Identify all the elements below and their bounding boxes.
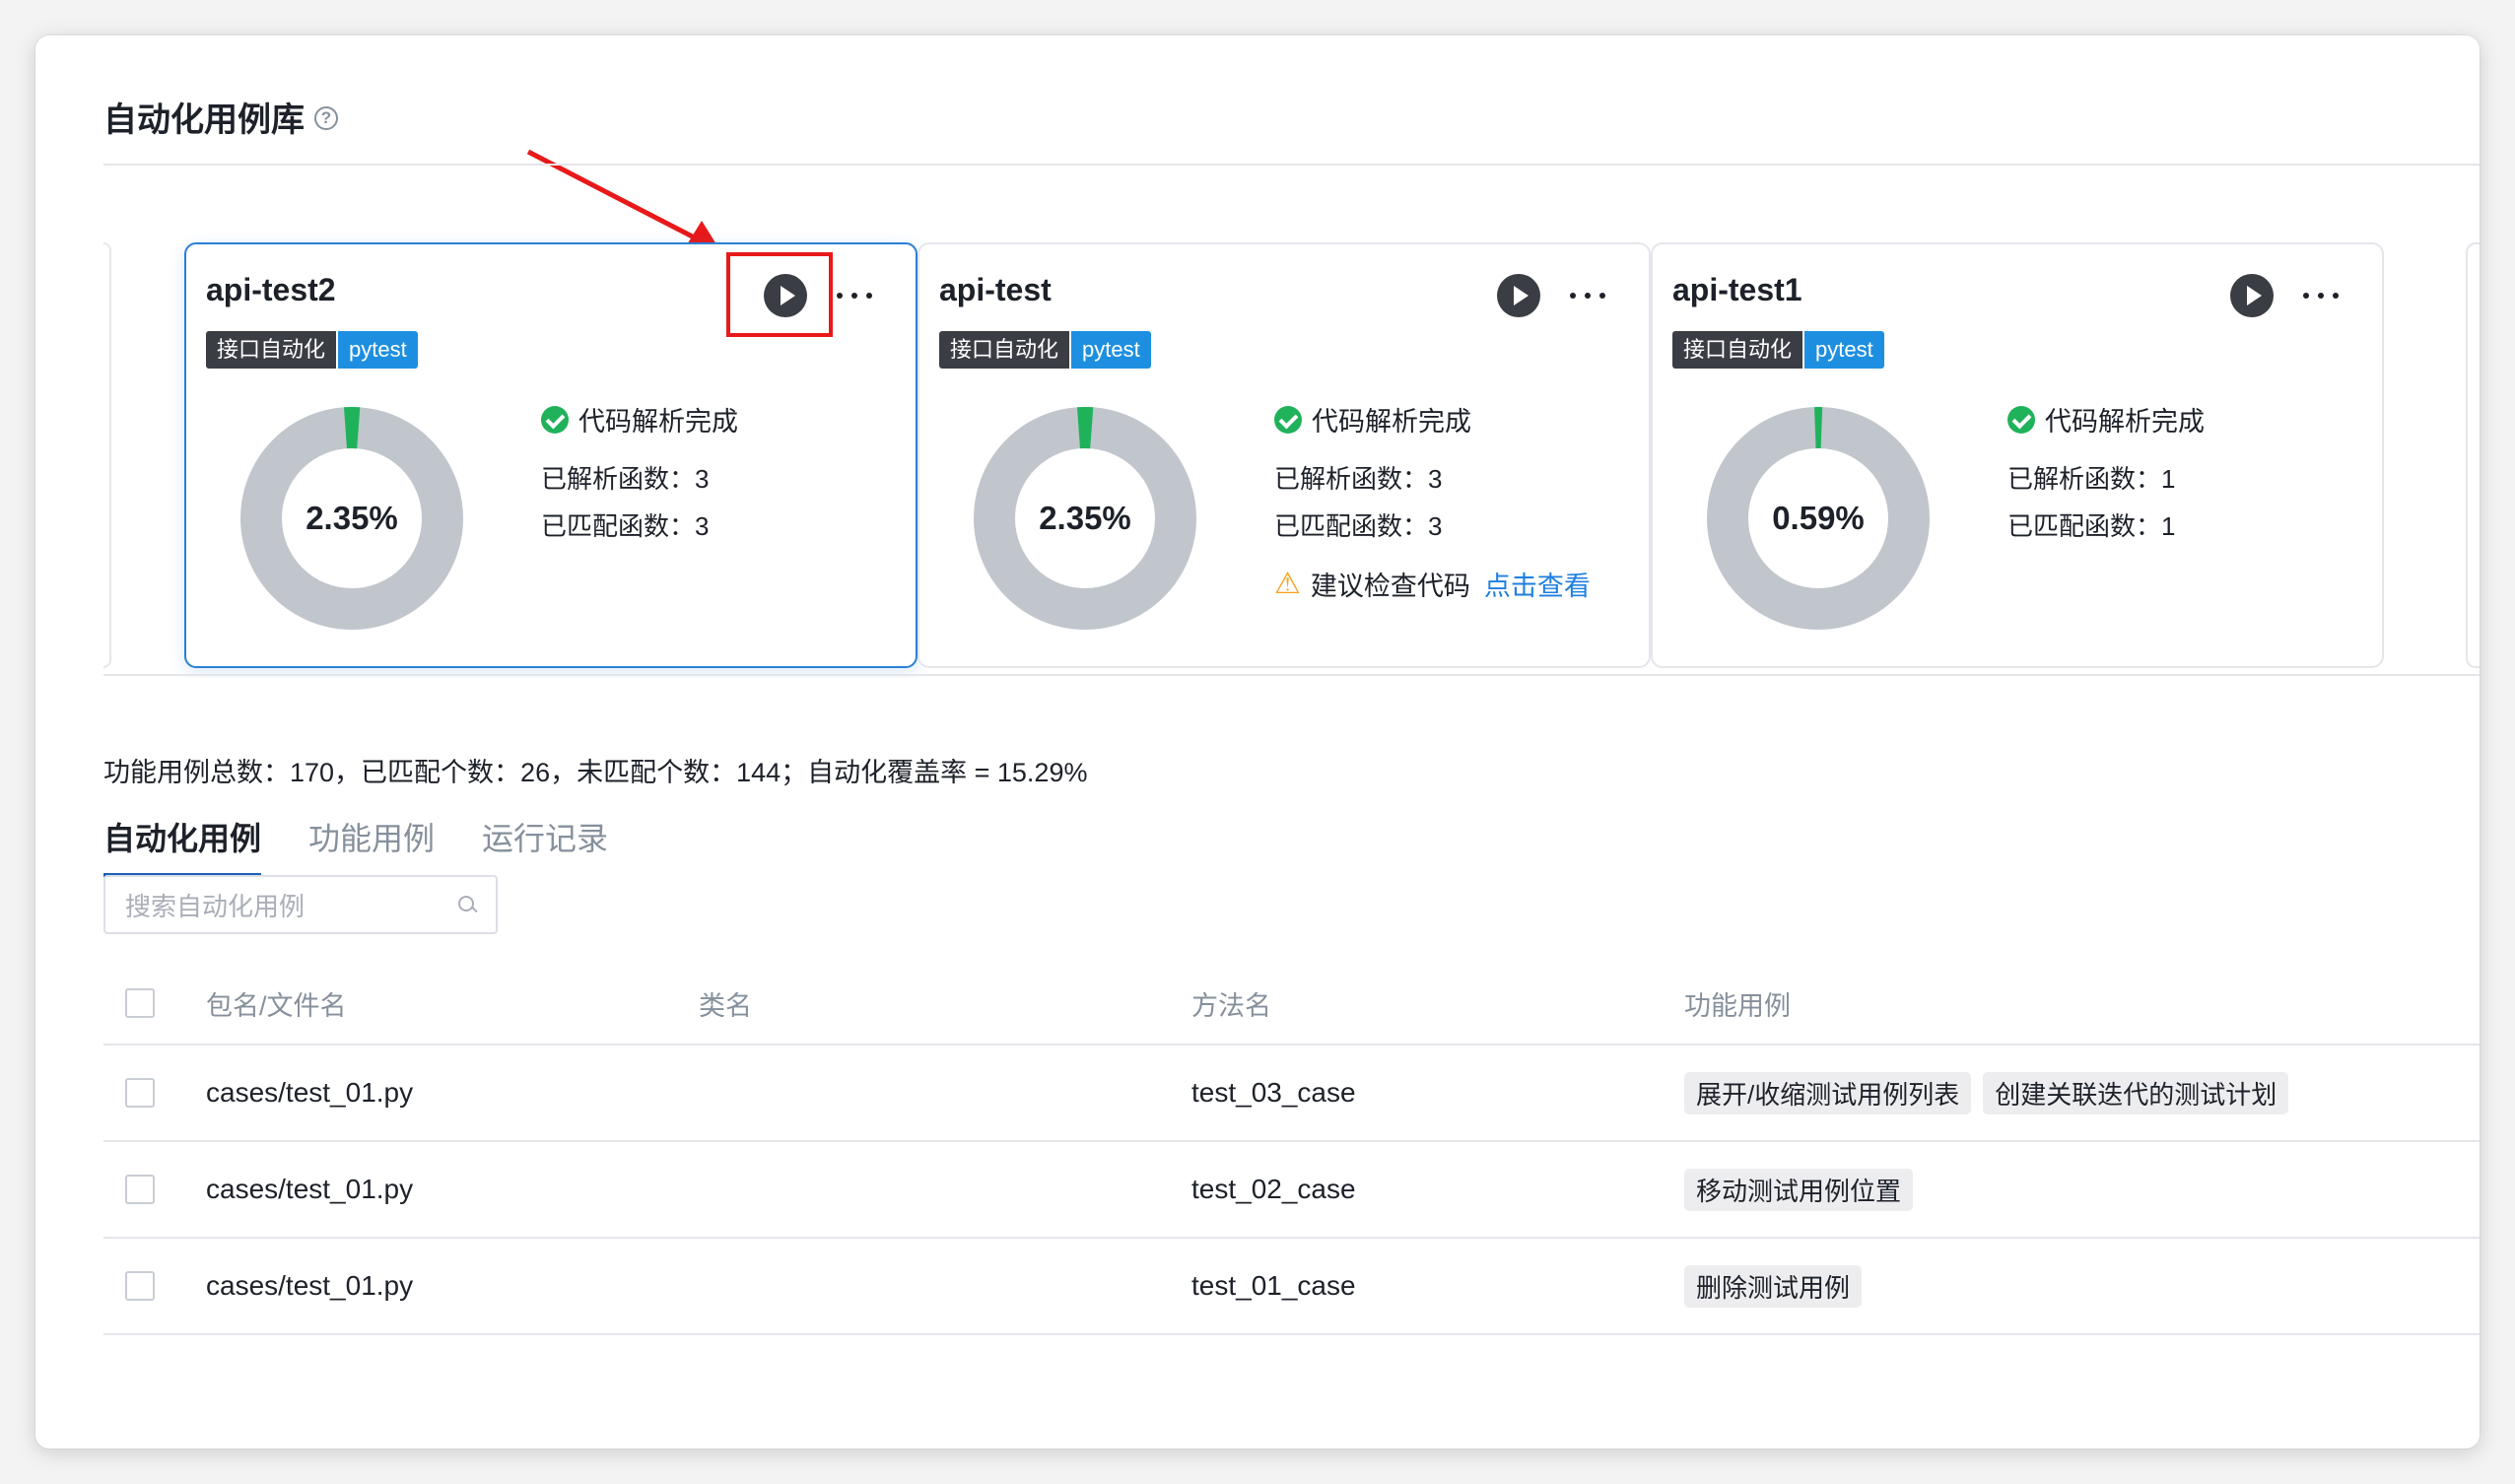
row-select-cell bbox=[125, 1239, 155, 1333]
app-window: 自动化用例库 ? api-test2 接口自动化 pytest 2.35% 代码… bbox=[35, 35, 2480, 1449]
feature-tag: 移动测试用例位置 bbox=[1684, 1168, 1914, 1211]
coverage-percent: 0.59% bbox=[1772, 500, 1865, 536]
card-tags: 接口自动化 pytest bbox=[939, 331, 1151, 369]
suite-card[interactable]: api-test1 接口自动化 pytest 0.59% 代码解析完成 已解析函… bbox=[1651, 242, 2384, 668]
card-tags: 接口自动化 pytest bbox=[1672, 331, 1884, 369]
parsed-count: 已解析函数：1 bbox=[2007, 464, 2176, 494]
cell-features: 删除测试用例 bbox=[1684, 1239, 1873, 1333]
play-icon[interactable] bbox=[2230, 274, 2274, 317]
play-icon[interactable] bbox=[764, 274, 807, 317]
check-circle-icon bbox=[541, 405, 569, 434]
select-all-checkbox[interactable] bbox=[125, 988, 155, 1018]
tag-framework: pytest bbox=[338, 331, 418, 369]
header-method: 方法名 bbox=[1191, 990, 1271, 1021]
tab-automation-cases[interactable]: 自动化用例 bbox=[103, 814, 262, 877]
carousel-divider bbox=[103, 674, 2480, 676]
suite-card[interactable]: api-test 接口自动化 pytest 2.35% 代码解析完成 已解析函数… bbox=[918, 242, 1651, 668]
coverage-percent: 2.35% bbox=[306, 500, 398, 536]
feature-tag: 删除测试用例 bbox=[1684, 1264, 1863, 1308]
tag-framework: pytest bbox=[1071, 331, 1151, 369]
select-all-cell bbox=[125, 963, 155, 1044]
tag-type: 接口自动化 bbox=[1672, 331, 1803, 369]
matched-count: 已匹配函数：3 bbox=[541, 511, 710, 541]
check-circle-icon bbox=[1274, 405, 1302, 434]
tag-type: 接口自动化 bbox=[206, 331, 337, 369]
card-name: api-test bbox=[939, 272, 1052, 307]
search-icon[interactable] bbox=[458, 896, 476, 913]
tab-run-records[interactable]: 运行记录 bbox=[482, 814, 608, 877]
row-checkbox[interactable] bbox=[125, 1271, 155, 1301]
row-select-cell bbox=[125, 1142, 155, 1237]
search-placeholder: 搜索自动化用例 bbox=[125, 891, 306, 921]
parse-status: 代码解析完成 bbox=[1274, 400, 1471, 438]
card-peek-left[interactable] bbox=[103, 242, 111, 668]
suite-card[interactable]: api-test2 接口自动化 pytest 2.35% 代码解析完成 已解析函… bbox=[184, 242, 918, 668]
table-header: 包名/文件名 类名 方法名 功能用例 bbox=[103, 963, 2480, 1046]
card-name: api-test1 bbox=[1672, 272, 1802, 307]
more-icon[interactable] bbox=[835, 276, 874, 315]
tag-framework: pytest bbox=[1804, 331, 1884, 369]
feature-tag: 创建关联迭代的测试计划 bbox=[1983, 1071, 2289, 1114]
matched-count: 已匹配函数：3 bbox=[1274, 511, 1443, 541]
parsed-count: 已解析函数：3 bbox=[1274, 464, 1443, 494]
card-name: api-test2 bbox=[206, 272, 336, 307]
row-select-cell bbox=[125, 1046, 155, 1140]
cell-features: 展开/收缩测试用例列表 创建关联迭代的测试计划 bbox=[1684, 1046, 2300, 1140]
tag-type: 接口自动化 bbox=[939, 331, 1070, 369]
cases-table: 包名/文件名 类名 方法名 功能用例 cases/test_01.py test… bbox=[103, 963, 2480, 1335]
status-text: 代码解析完成 bbox=[2045, 407, 2205, 437]
table-row[interactable]: cases/test_01.py test_02_case 移动测试用例位置 bbox=[103, 1142, 2480, 1239]
search-input[interactable]: 搜索自动化用例 bbox=[103, 875, 498, 934]
play-icon[interactable] bbox=[1497, 274, 1540, 317]
card-tags: 接口自动化 pytest bbox=[206, 331, 418, 369]
page-header: 自动化用例库 ? bbox=[103, 93, 338, 141]
cell-file: cases/test_01.py bbox=[206, 1174, 414, 1204]
row-checkbox[interactable] bbox=[125, 1078, 155, 1108]
suite-carousel: api-test2 接口自动化 pytest 2.35% 代码解析完成 已解析函… bbox=[103, 205, 2480, 678]
more-icon[interactable] bbox=[1568, 276, 1607, 315]
table-row[interactable]: cases/test_01.py test_03_case 展开/收缩测试用例列… bbox=[103, 1046, 2480, 1142]
warning-triangle-icon: ⚠ bbox=[1274, 567, 1301, 600]
tab-functional-cases[interactable]: 功能用例 bbox=[308, 814, 435, 877]
check-circle-icon bbox=[2007, 405, 2035, 434]
question-circle-icon[interactable]: ? bbox=[314, 105, 338, 130]
table-row[interactable]: cases/test_01.py test_01_case 删除测试用例 bbox=[103, 1239, 2480, 1335]
parsed-count: 已解析函数：3 bbox=[541, 464, 710, 494]
tab-bar: 自动化用例 功能用例 运行记录 bbox=[103, 814, 608, 877]
cell-method: test_03_case bbox=[1191, 1077, 1356, 1108]
parse-status: 代码解析完成 bbox=[541, 400, 738, 438]
coverage-percent: 2.35% bbox=[1039, 500, 1131, 536]
cell-method: test_01_case bbox=[1191, 1270, 1356, 1301]
header-class: 类名 bbox=[699, 990, 752, 1021]
header-divider bbox=[103, 164, 2480, 166]
more-icon[interactable] bbox=[2301, 276, 2341, 315]
cell-method: test_02_case bbox=[1191, 1174, 1356, 1204]
matched-count: 已匹配函数：1 bbox=[2007, 511, 2176, 541]
cell-features: 移动测试用例位置 bbox=[1684, 1142, 1925, 1237]
code-warning: ⚠ 建议检查代码 点击查看 bbox=[1274, 565, 1591, 603]
feature-tag: 展开/收缩测试用例列表 bbox=[1684, 1071, 1972, 1114]
view-details-link[interactable]: 点击查看 bbox=[1484, 565, 1591, 603]
status-text: 代码解析完成 bbox=[578, 407, 738, 437]
header-feature: 功能用例 bbox=[1684, 990, 1791, 1021]
coverage-summary: 功能用例总数：170，已匹配个数：26，未匹配个数：144；自动化覆盖率 = 1… bbox=[103, 758, 1088, 787]
warning-text: 建议检查代码 bbox=[1310, 572, 1470, 601]
page-title: 自动化用例库 bbox=[103, 101, 305, 139]
card-peek-right[interactable] bbox=[2466, 242, 2480, 668]
row-checkbox[interactable] bbox=[125, 1175, 155, 1204]
status-text: 代码解析完成 bbox=[1312, 407, 1471, 437]
header-file: 包名/文件名 bbox=[206, 990, 347, 1021]
cell-file: cases/test_01.py bbox=[206, 1270, 414, 1301]
parse-status: 代码解析完成 bbox=[2007, 400, 2205, 438]
cell-file: cases/test_01.py bbox=[206, 1077, 414, 1108]
